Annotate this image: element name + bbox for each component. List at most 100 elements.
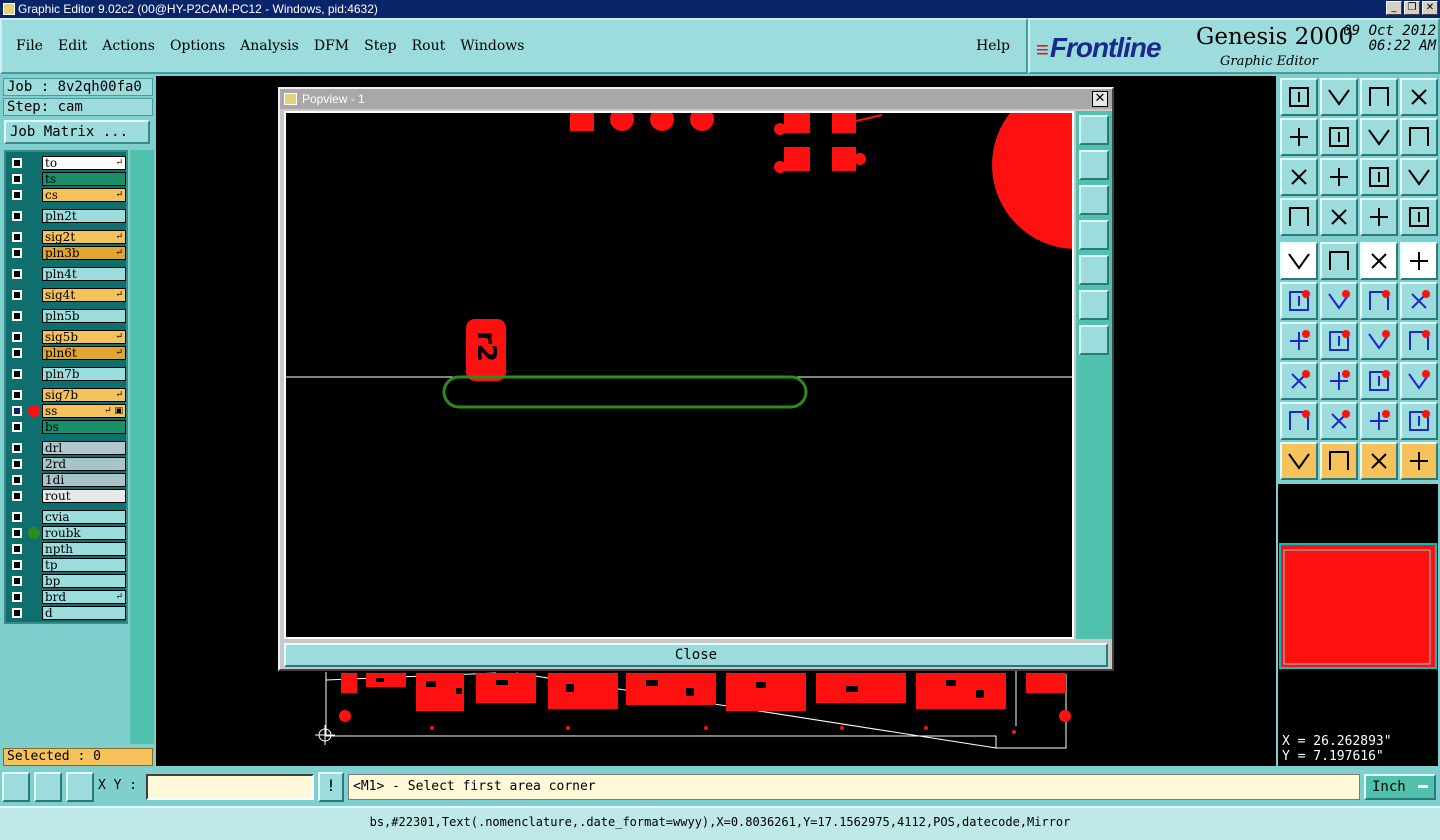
layer-row[interactable]: tp	[8, 558, 126, 572]
layer-name[interactable]: brd ↵	[42, 590, 126, 604]
layer-checkbox[interactable]	[12, 158, 22, 168]
scale-icon[interactable]	[1360, 158, 1398, 196]
menu-analysis[interactable]: Analysis	[240, 38, 299, 54]
layer-row[interactable]: npth	[8, 542, 126, 556]
exclamation-icon[interactable]: !	[318, 772, 344, 802]
layer-checkbox[interactable]	[12, 332, 22, 342]
layer-row[interactable]: sig4t ↵	[8, 288, 126, 302]
layer-row[interactable]: roubk	[8, 526, 126, 540]
angle-icon[interactable]	[1280, 322, 1318, 360]
layer-row[interactable]: rout	[8, 489, 126, 503]
layer-checkbox[interactable]	[12, 608, 22, 618]
layer-checkbox[interactable]	[12, 560, 22, 570]
layer-row[interactable]: brd ↵	[8, 590, 126, 604]
layer-checkbox[interactable]	[12, 174, 22, 184]
layer-row[interactable]: 1di	[8, 473, 126, 487]
menu-edit[interactable]: Edit	[58, 38, 87, 54]
layer-name[interactable]: pln7b	[42, 367, 126, 381]
layer-row[interactable]: pln5b	[8, 309, 126, 323]
menu-help[interactable]: Help	[976, 38, 1010, 54]
select-icon[interactable]	[1280, 442, 1318, 480]
layer-name[interactable]: tp	[42, 558, 126, 572]
layer-row[interactable]: pln6t ↵	[8, 346, 126, 360]
shapes-icon[interactable]	[1400, 362, 1438, 400]
layer-row[interactable]: 2rd	[8, 457, 126, 471]
pad-snap-icon[interactable]	[1280, 362, 1318, 400]
polygon-icon[interactable]	[1360, 402, 1398, 440]
pan-right-icon[interactable]	[1079, 255, 1109, 285]
job-matrix-button[interactable]: Job Matrix ...	[4, 120, 150, 144]
layer-name[interactable]: pln6t ↵	[42, 346, 126, 360]
layer-checkbox[interactable]	[12, 544, 22, 554]
layer-name[interactable]: sig7b ↵	[42, 388, 126, 402]
layers-icon[interactable]	[1360, 198, 1398, 236]
layer-checkbox[interactable]	[12, 491, 22, 501]
layer-row[interactable]: cvia	[8, 510, 126, 524]
layers-alt-icon[interactable]	[1400, 198, 1438, 236]
split-view-icon[interactable]	[1400, 78, 1438, 116]
delete-node-icon[interactable]	[1320, 282, 1358, 320]
ruler-icon[interactable]	[1360, 242, 1398, 280]
polygon-cut-icon[interactable]	[1400, 402, 1438, 440]
menu-file[interactable]: File	[16, 38, 43, 54]
pad-icon[interactable]	[1400, 242, 1438, 280]
move-right-icon[interactable]	[1320, 118, 1358, 156]
layer-name[interactable]: to ↵	[42, 156, 126, 170]
layer-checkbox[interactable]	[12, 592, 22, 602]
layer-checkbox[interactable]	[12, 248, 22, 258]
layer-checkbox[interactable]	[12, 528, 22, 538]
layer-name[interactable]: drl	[42, 441, 126, 455]
line-icon[interactable]	[1320, 322, 1358, 360]
pan-up-icon[interactable]	[1079, 150, 1109, 180]
pan-down-icon[interactable]	[1079, 185, 1109, 215]
layer-name[interactable]: sig2t ↵	[42, 230, 126, 244]
minimize-button[interactable]: _	[1386, 1, 1402, 15]
layer-checkbox[interactable]	[12, 369, 22, 379]
overview-map[interactable]	[1278, 484, 1438, 730]
layer-checkbox[interactable]	[12, 348, 22, 358]
popview-close-button[interactable]: Close	[284, 643, 1108, 667]
layer-checkbox[interactable]	[12, 390, 22, 400]
restore-button[interactable]: ❐	[1404, 1, 1420, 15]
grid-icon[interactable]	[1320, 198, 1358, 236]
layer-name[interactable]: sig4t ↵	[42, 288, 126, 302]
layer-checkbox[interactable]	[12, 422, 22, 432]
mirror-icon[interactable]	[1400, 322, 1438, 360]
layer-row[interactable]: d	[8, 606, 126, 620]
layer-row[interactable]: sig5b ↵	[8, 330, 126, 344]
segment-icon[interactable]	[1320, 362, 1358, 400]
layer-checkbox[interactable]	[12, 190, 22, 200]
move-down-icon[interactable]	[1320, 78, 1358, 116]
popview-close-icon[interactable]: ✕	[1092, 91, 1108, 107]
snap-mode-icon[interactable]	[2, 772, 30, 802]
measure-mode-icon[interactable]	[34, 772, 62, 802]
triangle-icon[interactable]	[1280, 402, 1318, 440]
layer-name[interactable]: npth	[42, 542, 126, 556]
menu-dfm[interactable]: DFM	[314, 38, 349, 54]
layer-row[interactable]: to ↵	[8, 156, 126, 170]
layer-checkbox[interactable]	[12, 459, 22, 469]
grid-snap-icon[interactable]	[66, 772, 94, 802]
xy-input[interactable]	[146, 774, 314, 800]
layer-row[interactable]: ts	[8, 172, 126, 186]
layer-checkbox[interactable]	[12, 576, 22, 586]
layer-row[interactable]: sig7b ↵	[8, 388, 126, 402]
move-feature-icon[interactable]	[1280, 242, 1318, 280]
layer-row[interactable]: bs	[8, 420, 126, 434]
line-drop-icon[interactable]	[1320, 242, 1358, 280]
swap-icon[interactable]	[1360, 118, 1398, 156]
layer-name[interactable]: rout	[42, 489, 126, 503]
redo-icon[interactable]	[1400, 118, 1438, 156]
tools-icon[interactable]	[1280, 198, 1318, 236]
fit-view-icon[interactable]	[1280, 158, 1318, 196]
select-box-icon[interactable]	[1320, 442, 1358, 480]
zoom-out-icon[interactable]	[1079, 325, 1109, 355]
layer-name[interactable]: bs	[42, 420, 126, 434]
menu-step[interactable]: Step	[364, 38, 396, 54]
layer-name[interactable]: 1di	[42, 473, 126, 487]
fit-selection-icon[interactable]	[1320, 158, 1358, 196]
layer-row[interactable]: pln2t	[8, 209, 126, 223]
layer-name[interactable]: cs ↵	[42, 188, 126, 202]
node-edit-icon[interactable]	[1280, 282, 1318, 320]
arc-icon[interactable]	[1360, 322, 1398, 360]
